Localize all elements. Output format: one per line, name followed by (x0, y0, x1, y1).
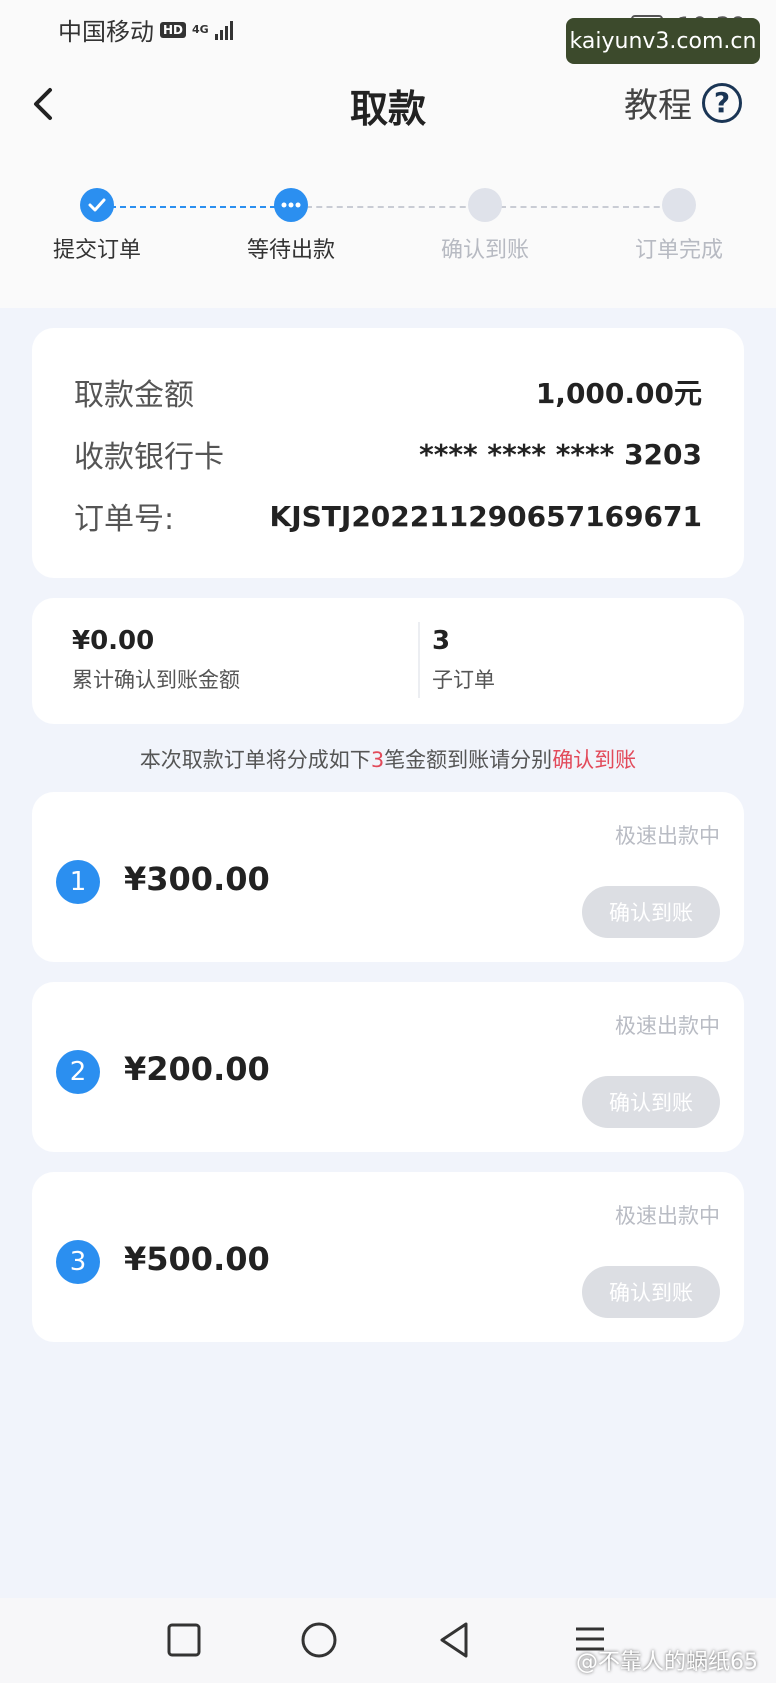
order-number-value: KJSTJ20221129065716967​1 (269, 499, 702, 533)
watermark-bottom: @不靠人的蜗纸65 (576, 1650, 758, 1675)
notice-middle: 笔金额到账请分别 (384, 748, 553, 772)
step-submit-order: 提交订单 (27, 188, 167, 264)
amount-label: 取款金额 (74, 378, 194, 413)
carrier-name: 中国移动 (58, 18, 154, 46)
step-dot (662, 188, 696, 222)
step-label: 订单完成 (634, 238, 723, 263)
sub-order-status: 极速出款中 (615, 824, 720, 848)
confirm-receipt-button[interactable]: 确认到账 (582, 1076, 720, 1128)
sub-order-status: 极速出款中 (615, 1014, 720, 1038)
step-waiting-payout: 等待出款 (221, 188, 361, 264)
sub-order-card: 1 ¥300.00 极速出款中 确认到账 (32, 792, 744, 962)
step-dot (468, 188, 502, 222)
bank-card-label: 收款银行卡 (74, 440, 224, 475)
notice-action: 确认到账 (552, 748, 637, 772)
help-icon: ? (702, 82, 742, 123)
order-number-label: 订单号: (74, 502, 175, 537)
amount-row: 取款金额 1,000.00元 (74, 370, 702, 414)
notice-count: 3 (370, 748, 385, 772)
step-label: 提交订单 (52, 238, 141, 263)
recent-apps-icon[interactable] (162, 1618, 206, 1662)
step-order-complete: 订单完成 (609, 188, 749, 264)
step-label: 确认到账 (440, 238, 529, 263)
sub-order-amount: ¥200.00 (124, 1050, 270, 1088)
carrier-group: 中国移动 HD 4G (58, 12, 233, 47)
hd-badge: HD (160, 21, 187, 38)
bank-card-row: 收款银行卡 **** **** **** 3203 (74, 432, 702, 476)
sub-order-count-block: 3 子订单 (432, 626, 495, 694)
back-nav-icon[interactable] (432, 1618, 476, 1662)
amount-value: 1,000.00元 (535, 377, 702, 410)
tutorial-button[interactable]: 教程 ? (624, 78, 742, 127)
signal-icon (214, 20, 233, 40)
confirmed-amount-block: ¥0.00 累计确认到账金额 (72, 626, 240, 694)
sub-order-count: 3 (432, 626, 451, 656)
watermark-top: kaiyunv3.com.cn (566, 18, 760, 64)
confirm-receipt-button[interactable]: 确认到账 (582, 1266, 720, 1318)
summary-divider (418, 622, 420, 698)
split-notice: 本次取款订单将分成如下3笔金额到账请分别确认到账 (0, 744, 776, 774)
sub-order-status: 极速出款中 (615, 1204, 720, 1228)
header: 取款 教程 ? (0, 56, 776, 152)
confirm-receipt-button[interactable]: 确认到账 (582, 886, 720, 938)
sub-order-index: 2 (56, 1050, 100, 1094)
home-icon[interactable] (297, 1618, 341, 1662)
step-confirm-receipt: 确认到账 (415, 188, 555, 264)
notice-prefix: 本次取款订单将分成如下 (139, 748, 371, 772)
tutorial-label: 教程 (624, 86, 692, 126)
confirmed-amount: ¥0.00 (72, 626, 155, 656)
sub-order-index: 3 (56, 1240, 100, 1284)
sub-order-card: 3 ¥500.00 极速出款中 确认到账 (32, 1172, 744, 1342)
summary-card: ¥0.00 累计确认到账金额 3 子订单 (32, 598, 744, 724)
confirmed-amount-label: 累计确认到账金额 (72, 668, 240, 692)
bank-card-value: **** **** **** 3203 (419, 437, 702, 471)
ellipsis-icon (274, 188, 308, 222)
sub-order-label: 子订单 (432, 668, 495, 692)
sub-order-amount: ¥300.00 (124, 860, 270, 898)
network-type: 4G (192, 23, 209, 36)
check-icon (80, 188, 114, 222)
sub-order-amount: ¥500.00 (124, 1240, 270, 1278)
step-label: 等待出款 (246, 238, 335, 263)
sub-order-card: 2 ¥200.00 极速出款中 确认到账 (32, 982, 744, 1152)
order-info-card: 取款金额 1,000.00元 收款银行卡 **** **** **** 3203… (32, 328, 744, 578)
progress-steps: 提交订单 等待出款 确认到账 订单完成 (0, 152, 776, 308)
order-number-row: 订单号: KJSTJ20221129065716967​1 (74, 494, 702, 538)
sub-order-index: 1 (56, 860, 100, 904)
